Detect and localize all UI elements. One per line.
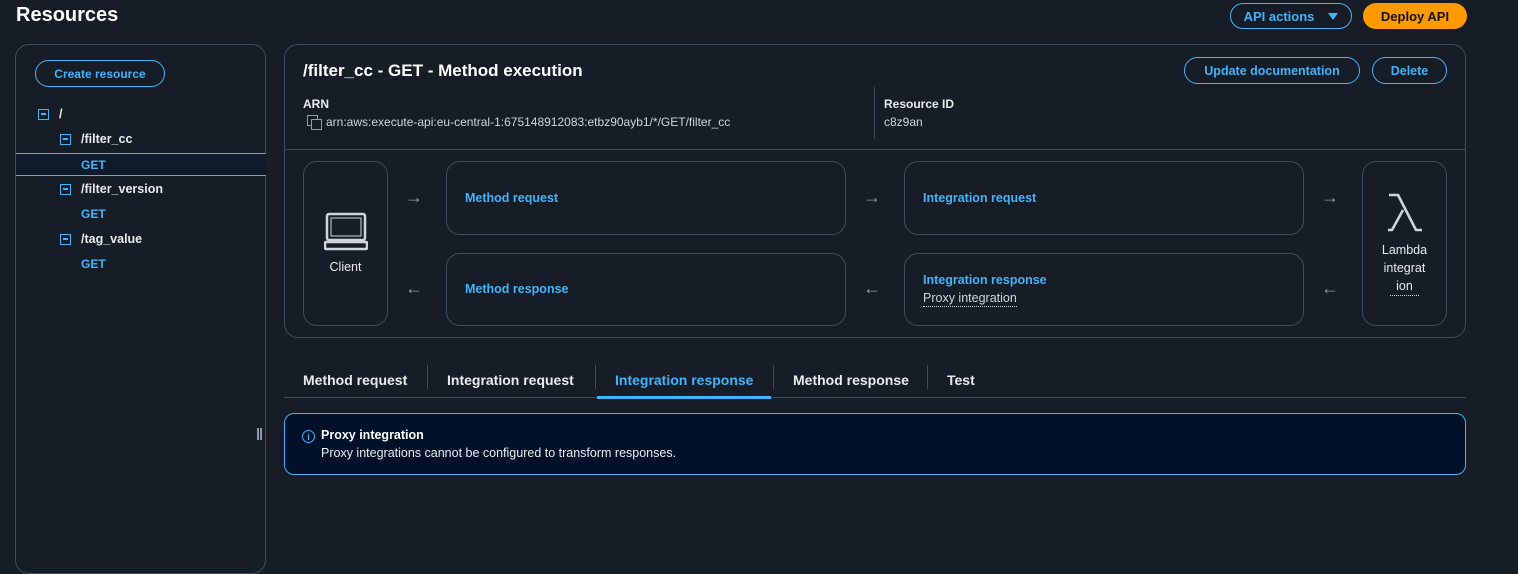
tree-item-label: GET [81,157,106,172]
arn-label: ARN [303,97,329,111]
tab-test[interactable]: Test [947,362,975,398]
tab-integration-response[interactable]: Integration response [597,362,772,399]
caret-down-icon [1328,12,1339,20]
tree-item-filter-version-get[interactable]: GET [16,203,266,225]
delete-button[interactable]: Delete [1372,57,1447,84]
page-title: Resources [16,4,119,26]
method-tabs: Method request Integration request Integ… [284,362,1466,399]
integration-response-sub: Proxy integration [923,291,1017,307]
arrow-left-icon: ← [863,278,881,298]
info-icon: i [302,430,315,443]
lambda-label-line: ion [1390,277,1419,296]
tree-item-label: /filter_cc [81,132,133,146]
proxy-integration-alert: i Proxy integration Proxy integrations c… [284,413,1466,475]
method-request-link[interactable]: Method request [465,191,558,205]
method-request-box[interactable]: Method request [446,161,846,235]
tree-item-label: GET [81,257,106,271]
alert-title: Proxy integration [321,428,424,442]
arrow-left-icon: ← [1321,278,1339,298]
tree-item-filter-version[interactable]: /filter_version [16,178,266,200]
api-actions-button[interactable]: API actions [1230,3,1352,29]
integration-response-box[interactable]: Integration response Proxy integration [904,253,1304,326]
integration-request-link[interactable]: Integration request [923,191,1036,205]
arn-value: arn:aws:execute-api:eu-central-1:6751489… [307,115,731,130]
tree-item-filter-cc-get[interactable]: GET [16,153,266,176]
method-execution-card: /filter_cc - GET - Method execution Upda… [284,44,1466,338]
client-box: Client [303,161,388,326]
integration-response-link[interactable]: Integration response [923,273,1047,287]
tab-method-response[interactable]: Method response [793,362,909,398]
tree-item-filter-cc[interactable]: /filter_cc [16,128,266,150]
tab-integration-request[interactable]: Integration request [447,362,574,398]
create-resource-button[interactable]: Create resource [35,60,165,87]
collapse-icon[interactable] [60,233,71,245]
tree-item-tag-value-get[interactable]: GET [16,253,266,275]
lambda-label-line: integrat [1383,261,1426,275]
deploy-api-button[interactable]: Deploy API [1363,3,1467,29]
method-response-link[interactable]: Method response [465,282,569,296]
collapse-icon[interactable] [38,108,49,120]
copy-icon[interactable] [307,115,322,130]
lambda-integration-label: Lambda integrat ion [1363,241,1446,296]
method-execution-title: /filter_cc - GET - Method execution [303,61,583,80]
arrow-right-icon: → [405,187,423,207]
tree-item-label: / [59,107,63,121]
tree-item-label: /tag_value [81,232,143,246]
tree-item-tag-value[interactable]: /tag_value [16,228,266,250]
resources-panel: Create resource / /filter_cc GET /filter… [15,44,266,574]
arrow-right-icon: → [1321,187,1339,207]
divider [285,149,1465,150]
lambda-label-line: Lambda [1381,243,1428,257]
resource-id-label: Resource ID [884,97,955,111]
update-documentation-button[interactable]: Update documentation [1184,57,1360,84]
lambda-icon [1388,193,1422,232]
integration-request-box[interactable]: Integration request [904,161,1304,235]
collapse-icon[interactable] [60,133,71,145]
divider [874,87,875,139]
collapse-icon[interactable] [60,183,71,195]
arrow-left-icon: ← [405,278,423,298]
arrow-right-icon: → [863,187,881,207]
tree-item-root[interactable]: / [16,103,266,125]
resize-handle[interactable] [256,428,264,442]
client-label: Client [329,260,362,274]
tree-item-label: GET [81,207,106,221]
alert-body: Proxy integrations cannot be configured … [321,446,677,460]
tree-item-label: /filter_version [81,182,163,196]
client-computer-icon [324,212,368,251]
arn-text: arn:aws:execute-api:eu-central-1:6751489… [326,115,731,129]
resource-id-value: c8z9an [884,115,923,129]
tab-method-request[interactable]: Method request [303,362,407,398]
lambda-integration-box: Lambda integrat ion [1362,161,1447,326]
api-actions-label: API actions [1243,8,1315,24]
method-response-box[interactable]: Method response [446,253,846,326]
